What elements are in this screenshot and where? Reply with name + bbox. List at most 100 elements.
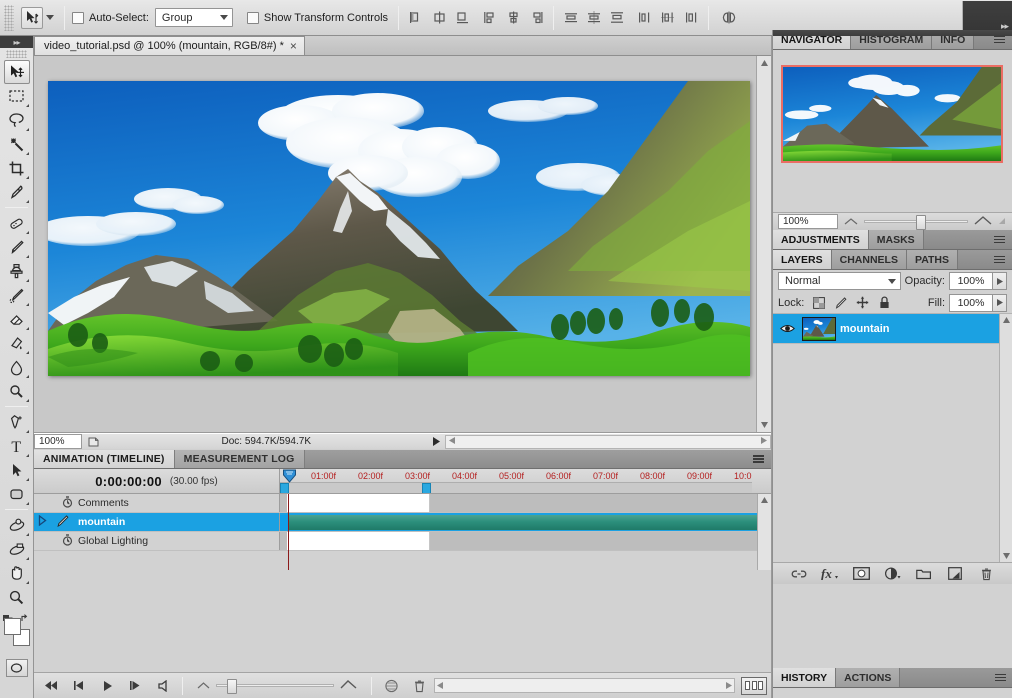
- close-icon[interactable]: ×: [290, 40, 297, 52]
- tool-preset-picker[interactable]: [17, 3, 57, 33]
- timeline-row-comments[interactable]: Comments: [34, 494, 771, 513]
- layer-item-mountain[interactable]: mountain: [773, 314, 1012, 344]
- zoom-level-field[interactable]: 100%: [34, 434, 82, 449]
- rewind-to-start-button[interactable]: [38, 676, 64, 696]
- timeline-row-global-lighting[interactable]: Global Lighting: [34, 532, 771, 551]
- previous-frame-button[interactable]: [66, 676, 92, 696]
- tab-channels[interactable]: CHANNELS: [831, 250, 907, 269]
- dodge-tool[interactable]: [4, 379, 30, 403]
- navigator-thumbnail[interactable]: [781, 65, 1003, 163]
- resize-grip-icon[interactable]: [998, 216, 1008, 228]
- auto-select-mode-dropdown[interactable]: Group: [154, 8, 233, 27]
- zoom-out-icon[interactable]: [197, 680, 210, 692]
- navigator-zoom-thumb[interactable]: [916, 215, 926, 230]
- timeline-row-mountain[interactable]: mountain: [34, 513, 771, 532]
- document-info-icon[interactable]: [82, 434, 104, 449]
- foreground-color-swatch[interactable]: [4, 618, 21, 635]
- pen-tool[interactable]: [4, 410, 30, 434]
- align-bottom-edges-button[interactable]: [526, 7, 546, 29]
- canvas-vertical-scrollbar[interactable]: [756, 56, 771, 432]
- rectangular-marquee-tool[interactable]: [4, 84, 30, 108]
- eraser-tool[interactable]: [4, 307, 30, 331]
- toolbar-collapse-header[interactable]: ▸▸: [0, 36, 33, 48]
- blend-mode-dropdown[interactable]: Normal: [778, 272, 901, 290]
- new-group-icon[interactable]: [914, 565, 934, 583]
- lasso-tool[interactable]: [4, 108, 30, 132]
- scroll-left-icon[interactable]: [437, 680, 443, 692]
- work-area-bar[interactable]: [280, 482, 752, 493]
- status-menu-icon[interactable]: [429, 434, 445, 449]
- panel-menu-icon[interactable]: [753, 455, 764, 463]
- row-track-mountain[interactable]: [280, 513, 771, 531]
- fill-field[interactable]: 100%: [949, 293, 993, 312]
- row-label-global-lighting[interactable]: Global Lighting: [34, 532, 280, 550]
- play-button[interactable]: [94, 676, 120, 696]
- move-tool[interactable]: [3, 60, 30, 84]
- work-area-start-handle[interactable]: [280, 483, 289, 493]
- options-bar-grip[interactable]: [4, 4, 14, 31]
- next-frame-button[interactable]: [122, 676, 148, 696]
- brush-tool[interactable]: [4, 235, 30, 259]
- horizontal-scrollbar[interactable]: [444, 434, 771, 449]
- work-area-end-handle[interactable]: [422, 483, 431, 493]
- zoom-slider-thumb[interactable]: [227, 679, 237, 694]
- tab-actions[interactable]: ACTIONS: [836, 668, 901, 687]
- tab-history[interactable]: HISTORY: [773, 668, 837, 687]
- distribute-left-edges-button[interactable]: [635, 7, 655, 29]
- layer-style-fx-icon[interactable]: fx: [820, 565, 840, 583]
- path-selection-tool[interactable]: [4, 458, 30, 482]
- canvas-area[interactable]: [34, 56, 771, 433]
- adjustment-layer-icon[interactable]: [882, 565, 902, 583]
- tab-layers[interactable]: LAYERS: [773, 250, 832, 269]
- panel-menu-icon[interactable]: [995, 673, 1006, 682]
- quick-mask-mode-button[interactable]: [5, 659, 28, 677]
- align-left-edges-button[interactable]: [406, 7, 426, 29]
- panel-menu-icon[interactable]: [994, 235, 1005, 244]
- hand-tool[interactable]: [4, 561, 30, 585]
- crop-tool[interactable]: [4, 156, 30, 180]
- navigator-zoom-slider[interactable]: [864, 215, 968, 230]
- tab-masks[interactable]: MASKS: [868, 230, 924, 249]
- document-tab[interactable]: video_tutorial.psd @ 100% (mountain, RGB…: [34, 36, 305, 55]
- show-transform-controls-checkbox[interactable]: Show Transform Controls: [246, 11, 388, 24]
- stopwatch-icon[interactable]: [62, 495, 73, 511]
- tab-paths[interactable]: PATHS: [906, 250, 959, 269]
- expand-triangle-icon[interactable]: [38, 514, 47, 529]
- scroll-right-icon[interactable]: [761, 436, 767, 447]
- 3d-camera-rotate-tool[interactable]: [4, 537, 30, 561]
- timecode-display[interactable]: 0:00:00:00 (30.00 fps): [34, 469, 280, 493]
- auto-select-checkbox-box[interactable]: [72, 11, 84, 24]
- audio-toggle-button[interactable]: [150, 676, 176, 696]
- show-transform-checkbox-box[interactable]: [246, 11, 259, 24]
- playhead-handle[interactable]: [282, 469, 297, 483]
- distribute-horizontal-centers-button[interactable]: [658, 7, 678, 29]
- zoom-tool[interactable]: [4, 585, 30, 609]
- rectangle-tool[interactable]: [4, 482, 30, 506]
- delete-keyframes-button[interactable]: [406, 676, 432, 696]
- stopwatch-icon[interactable]: [62, 533, 73, 549]
- lock-all-icon[interactable]: [877, 295, 892, 310]
- clone-stamp-tool[interactable]: [4, 259, 30, 283]
- lock-position-icon[interactable]: [855, 295, 870, 310]
- history-brush-tool[interactable]: [4, 283, 30, 307]
- zoom-in-icon[interactable]: [974, 215, 992, 228]
- distribute-right-edges-button[interactable]: [681, 7, 701, 29]
- row-track-comments[interactable]: [280, 494, 771, 512]
- distribute-vertical-centers-button[interactable]: [584, 7, 604, 29]
- distribute-top-edges-button[interactable]: [561, 7, 581, 29]
- opacity-stepper[interactable]: [993, 272, 1007, 290]
- auto-select-checkbox[interactable]: Auto-Select:: [72, 11, 149, 24]
- history-body[interactable]: [773, 688, 1012, 698]
- layer-mask-icon[interactable]: [851, 565, 871, 583]
- tab-adjustments[interactable]: ADJUSTMENTS: [773, 230, 869, 249]
- zoom-slider-track[interactable]: [216, 679, 334, 694]
- tab-animation-timeline[interactable]: ANIMATION (TIMELINE): [34, 450, 175, 468]
- horizontal-type-tool[interactable]: T: [4, 434, 30, 458]
- duration-start-handle[interactable]: [280, 515, 288, 530]
- timeline-ruler[interactable]: 01:00f 02:00f 03:00f 04:00f 05:00f 06:00…: [280, 469, 771, 493]
- navigator-zoom-field[interactable]: 100%: [778, 214, 838, 229]
- panel-menu-icon[interactable]: [994, 255, 1005, 264]
- align-top-edges-button[interactable]: [480, 7, 500, 29]
- lock-image-pixels-icon[interactable]: [833, 295, 848, 310]
- layers-vertical-scrollbar[interactable]: [999, 314, 1012, 562]
